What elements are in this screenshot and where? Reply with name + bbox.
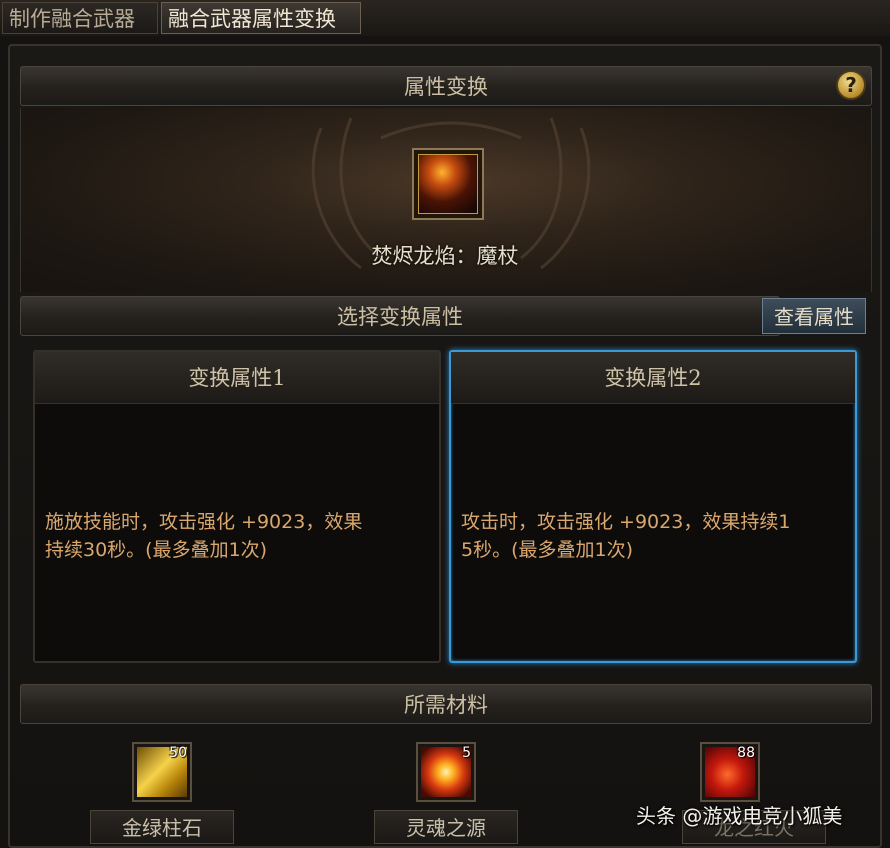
page-title: 属性变换	[20, 66, 872, 106]
material-count: 88	[737, 745, 755, 761]
view-attributes-button[interactable]: 查看属性	[762, 298, 866, 334]
help-icon[interactable]: ?	[836, 70, 866, 100]
option-title: 变换属性2	[451, 352, 855, 404]
option-description: 攻击时，攻击强化 +9023，效果持续1 5秒。(最多叠加1次)	[461, 511, 791, 561]
attribute-option-1[interactable]: 变换属性1 施放技能时，攻击强化 +9023，效果 持续30秒。(最多叠加1次)	[33, 350, 441, 663]
watermark: 头条 @游戏电竞小狐美	[636, 804, 843, 828]
materials-title: 所需材料	[20, 684, 872, 724]
tab-bar: 制作融合武器 融合武器属性变换	[0, 0, 890, 36]
material-count: 50	[169, 745, 187, 761]
material-name: 金绿柱石	[90, 810, 234, 844]
weapon-icon[interactable]	[412, 148, 484, 220]
material-name: 灵魂之源	[374, 810, 518, 844]
weapon-name: 焚烬龙焰：魔杖	[371, 244, 519, 268]
option-title: 变换属性1	[35, 352, 439, 404]
select-attribute-title: 选择变换属性	[20, 296, 780, 336]
tab-attribute-conversion[interactable]: 融合武器属性变换	[161, 2, 361, 34]
gold-crystal-icon[interactable]: 50	[132, 742, 192, 802]
soul-source-icon[interactable]: 5	[416, 742, 476, 802]
material-count: 5	[462, 745, 471, 761]
tab-craft-fusion-weapon[interactable]: 制作融合武器	[2, 2, 158, 34]
option-description: 施放技能时，攻击强化 +9023，效果 持续30秒。(最多叠加1次)	[45, 511, 363, 561]
attribute-option-2[interactable]: 变换属性2 攻击时，攻击强化 +9023，效果持续1 5秒。(最多叠加1次)	[449, 350, 857, 663]
red-flame-icon[interactable]: 88	[700, 742, 760, 802]
